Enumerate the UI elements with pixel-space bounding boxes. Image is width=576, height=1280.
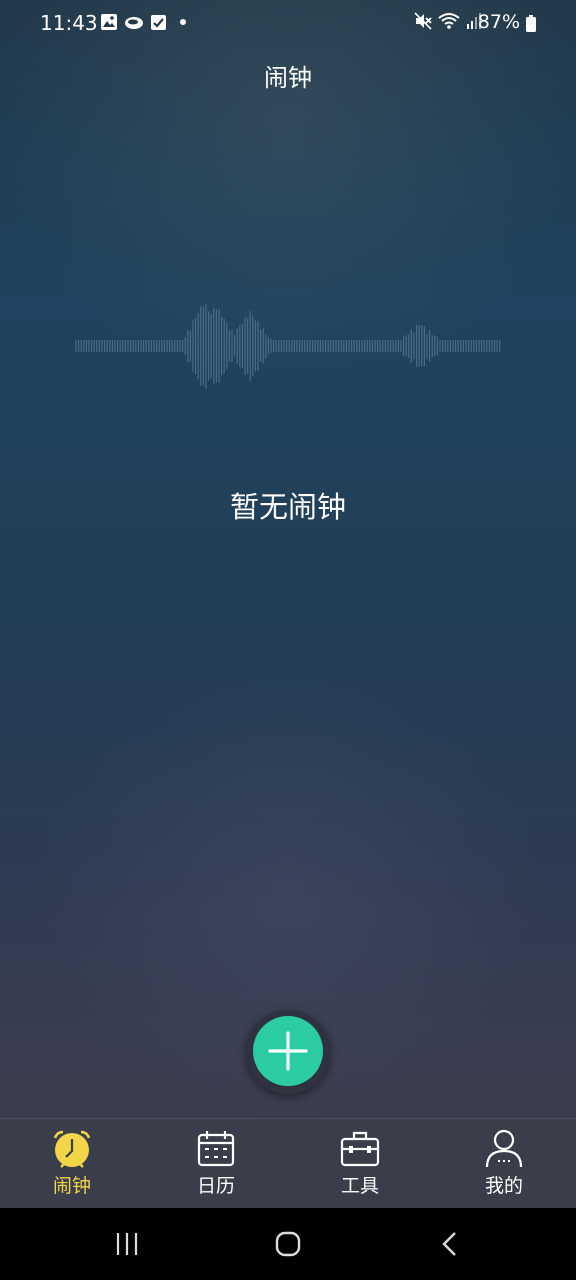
wifi-icon xyxy=(438,13,460,29)
recents-icon[interactable] xyxy=(114,1230,140,1258)
user-icon xyxy=(485,1129,523,1168)
dot-icon xyxy=(180,19,186,25)
waveform-decoration xyxy=(75,303,501,389)
nav-label-calendar: 日历 xyxy=(196,1175,235,1197)
status-icons-right xyxy=(414,12,482,30)
mute-icon xyxy=(414,12,432,30)
back-icon[interactable] xyxy=(438,1230,462,1258)
system-nav-bar xyxy=(0,1208,576,1280)
nav-item-calendar[interactable]: 日历 xyxy=(144,1119,288,1209)
gallery-icon xyxy=(101,14,117,30)
empty-state-message: 暂无闹钟 xyxy=(229,490,346,524)
nav-label-alarm: 闹钟 xyxy=(52,1175,91,1197)
nav-item-tools[interactable]: 工具 xyxy=(288,1119,432,1209)
status-time: 11:43 xyxy=(40,11,98,35)
bottom-nav: 闹钟 日历 工具 我的 xyxy=(0,1118,576,1209)
nav-label-tools: 工具 xyxy=(340,1175,379,1197)
battery-icon xyxy=(526,15,536,32)
cloud-icon xyxy=(125,17,143,29)
nav-label-me: 我的 xyxy=(484,1175,523,1197)
home-icon[interactable] xyxy=(274,1230,302,1258)
status-icons-left xyxy=(100,13,189,31)
battery-percent: 87% xyxy=(477,11,520,33)
plus-icon xyxy=(268,1031,308,1071)
calendar-icon xyxy=(197,1131,235,1167)
nav-item-me[interactable]: 我的 xyxy=(432,1119,576,1209)
page-title: 闹钟 xyxy=(264,64,312,92)
add-alarm-button[interactable] xyxy=(253,1016,323,1086)
alarm-clock-icon xyxy=(53,1130,91,1168)
status-bar: 11:43 87% xyxy=(0,0,576,46)
checkbox-icon xyxy=(151,14,166,30)
toolbox-icon xyxy=(340,1131,380,1167)
app-screen: 11:43 87% 闹钟 暂无闹钟 闹钟 日历 工具 我的 xyxy=(0,0,576,1209)
nav-item-alarm[interactable]: 闹钟 xyxy=(0,1119,144,1209)
